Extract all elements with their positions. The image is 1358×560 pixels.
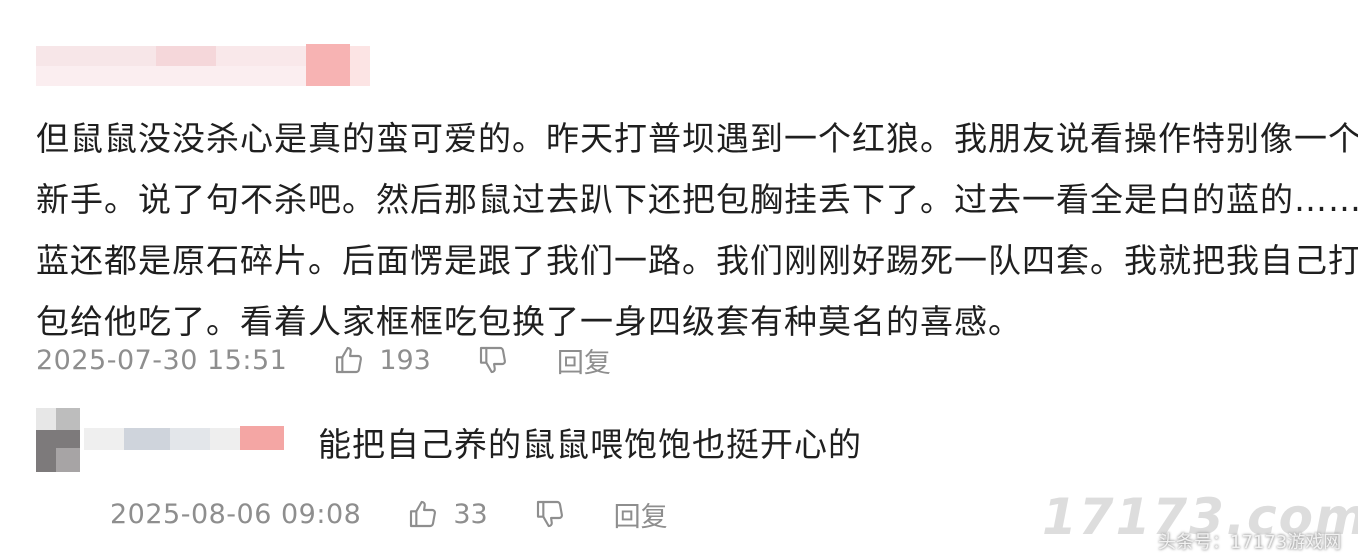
comment-meta: 2025-07-30 15:51 193 回复 [36,340,611,380]
comment-text: 但鼠鼠没没杀心是真的蛮可爱的。昨天打普坝遇到一个红狼。我朋友说看操作特别像一个 … [36,108,1358,352]
reply-button[interactable]: 回复 [614,495,668,534]
dislike-button[interactable] [477,344,509,376]
thumbs-down-icon [479,346,506,374]
thumbs-up-icon [410,500,437,528]
thumbs-down-icon [536,500,563,528]
reply-meta: 2025-08-06 09:08 33 回复 [110,494,668,534]
reply-timestamp: 2025-08-06 09:08 [110,498,362,530]
like-button[interactable]: 33 [407,498,488,530]
reply-button[interactable]: 回复 [557,341,611,380]
reply-text: 能把自己养的鼠鼠喂饱饱也挺开心的 [318,425,862,464]
comment-line: 但鼠鼠没没杀心是真的蛮可爱的。昨天打普坝遇到一个红狼。我朋友说看操作特别像一个 [36,119,1358,158]
dislike-button[interactable] [534,498,566,530]
watermark-caption: 头条号：17173游戏网 [1158,532,1342,553]
comment-timestamp: 2025-07-30 15:51 [36,344,288,376]
like-button[interactable]: 193 [333,344,431,376]
like-count: 193 [379,344,431,376]
comment-line: 蓝还都是原石碎片。后面愣是跟了我们一路。我们刚刚好踢死一队四套。我就把我自己打 [36,241,1358,280]
thumbs-up-icon [336,346,363,374]
comment-line: 新手。说了句不杀吧。然后那鼠过去趴下还把包胸挂丢下了。过去一看全是白的蓝的…… [36,180,1358,219]
like-count: 33 [453,498,488,530]
